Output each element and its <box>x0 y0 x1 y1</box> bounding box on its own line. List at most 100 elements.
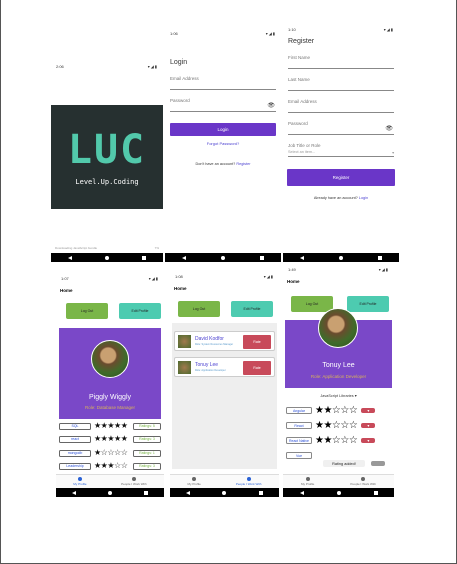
logout-button[interactable]: Log Out <box>66 303 108 319</box>
recents-icon[interactable] <box>377 255 382 260</box>
forgot-password-link[interactable]: Forgot Password? <box>165 141 281 146</box>
skill-row: Leadership ★★★☆☆ Ratings: 3 <box>59 462 161 470</box>
user-name: Tonuy Lee <box>195 362 219 368</box>
android-nav-bar <box>170 488 279 497</box>
android-nav-bar <box>51 253 163 262</box>
star-rating[interactable]: ★★☆☆☆ <box>315 405 358 416</box>
logout-button[interactable]: Log Out <box>291 296 333 312</box>
tab-people[interactable]: People I Work With <box>236 477 261 486</box>
library-row: React Native ★★☆☆☆ ▾ <box>286 435 376 446</box>
register-button[interactable]: Register <box>287 169 395 186</box>
logo-text: LUC <box>67 127 147 173</box>
rate-button[interactable]: Rate <box>243 361 271 375</box>
register-link[interactable]: Register <box>236 162 250 166</box>
star-rating[interactable]: ★★☆☆☆ <box>315 420 358 431</box>
home-icon[interactable] <box>336 490 341 495</box>
toggle-button[interactable] <box>371 461 385 466</box>
skill-row: mongodb ★☆☆☆☆ Ratings: 1 <box>59 449 161 457</box>
recents-icon[interactable] <box>144 490 148 495</box>
rating-count: Ratings: 1 <box>133 449 161 457</box>
splash-logo: LUC Level.Up.Coding <box>51 105 163 209</box>
star-rating: ★☆☆☆☆ <box>94 448 128 457</box>
chevron-down-icon: ▾ <box>392 150 394 155</box>
home-icon[interactable] <box>220 255 225 260</box>
tab-my-profile[interactable]: My Profile <box>301 477 314 486</box>
tab-my-profile[interactable]: My Profile <box>188 477 201 486</box>
bottom-tab-bar: My Profile People I Work With <box>283 474 394 488</box>
library-name: Angular <box>286 407 312 414</box>
avatar <box>91 340 129 378</box>
star-rating: ★★★☆☆ <box>94 461 128 470</box>
home-icon[interactable] <box>104 255 109 260</box>
splash-screen: 2:06 ▾◢▮ LUC Level.Up.Coding Downloading … <box>51 61 163 262</box>
section-header[interactable]: JavaScript Libraries ▾ <box>283 393 394 398</box>
job-title-field[interactable]: Job Title or Role <box>288 135 394 148</box>
logout-button[interactable]: Log Out <box>178 301 220 317</box>
tab-people[interactable]: People I Work With <box>121 477 147 486</box>
home-icon[interactable] <box>338 255 343 260</box>
eye-icon[interactable]: 👁 <box>267 102 275 109</box>
user-avatar <box>178 334 191 348</box>
android-nav-bar <box>283 253 399 262</box>
recents-icon[interactable] <box>258 490 263 495</box>
star-rating: ★★★★★ <box>94 421 128 430</box>
user-card[interactable]: Tonuy Lee Role: Application Developer Ra… <box>174 357 275 377</box>
back-icon[interactable] <box>186 490 191 495</box>
password-field[interactable]: Password 👁 <box>288 113 394 135</box>
tab-people[interactable]: People I Work With <box>350 477 376 486</box>
people-list: David Kodfor Role: System Resources Mana… <box>172 323 277 469</box>
last-name-field[interactable]: Last Name <box>288 69 394 91</box>
back-icon[interactable] <box>67 255 72 260</box>
library-name: React Native <box>286 437 312 444</box>
recents-icon[interactable] <box>142 255 147 260</box>
login-screen: 1:06 ▾◢▮ Login Email Address Password 👁 Lo… <box>165 28 281 262</box>
eye-icon[interactable]: 👁 <box>385 125 393 132</box>
home-icon[interactable] <box>108 490 112 495</box>
people-icon <box>131 477 136 481</box>
edit-profile-button[interactable]: Edit Profile <box>119 303 161 319</box>
status-bar: 1:07 ▾◢▮ <box>61 275 159 281</box>
chevron-down-icon: ▾ <box>354 394 357 398</box>
register-prompt: Don't have an account? Register <box>195 162 251 166</box>
edit-profile-button[interactable]: Edit Profile <box>347 296 389 312</box>
profile-role: Role: Application Developer <box>310 374 367 379</box>
star-rating[interactable]: ★★☆☆☆ <box>315 435 358 446</box>
login-link[interactable]: Login <box>359 196 368 200</box>
back-icon[interactable] <box>182 255 187 260</box>
splash-footer: Downloading JavaScript bundle 7% <box>55 246 159 250</box>
edit-profile-button[interactable]: Edit Profile <box>231 301 273 317</box>
role-select[interactable]: Select an item... ▾ <box>288 148 394 157</box>
star-rating: ★★★★★ <box>94 434 128 443</box>
rate-button[interactable]: Rate <box>243 335 271 349</box>
submit-rating-button[interactable]: ▾ <box>361 438 376 443</box>
rate-skills-screen: 1:49 ▾◢▮ Home Log Out Edit Profile Tonuy … <box>283 264 394 497</box>
back-icon[interactable] <box>299 490 304 495</box>
page-title: Home <box>60 288 73 293</box>
back-icon[interactable] <box>300 255 305 260</box>
skill-name: Leadership <box>59 462 91 470</box>
android-nav-bar <box>165 253 281 262</box>
tab-my-profile[interactable]: My Profile <box>73 477 87 486</box>
user-card[interactable]: David Kodfor Role: System Resources Mana… <box>174 331 275 351</box>
back-icon[interactable] <box>72 490 76 495</box>
home-icon[interactable] <box>222 490 227 495</box>
submit-rating-button[interactable]: ▾ <box>361 408 376 413</box>
profile-name: Piggly Wiggly <box>88 394 131 401</box>
profile-role: Role: Database Manager <box>84 405 136 410</box>
skill-row: react ★★★★★ Ratings: 3 <box>59 435 161 443</box>
status-bar: 1:08 ▾◢▮ <box>175 273 274 279</box>
home-profile-screen: 1:07 ▾◢▮ Home Log Out Edit Profile Piggly… <box>56 273 164 497</box>
submit-rating-button[interactable]: ▾ <box>361 423 376 428</box>
email-field[interactable]: Email Address <box>288 91 394 113</box>
person-icon <box>305 477 310 481</box>
login-button[interactable]: Login <box>170 123 276 136</box>
email-field[interactable]: Email Address <box>170 68 276 90</box>
recents-icon[interactable] <box>259 255 264 260</box>
rating-count: Ratings: 3 <box>133 435 161 443</box>
recents-icon[interactable] <box>373 490 378 495</box>
first-name-field[interactable]: First Name <box>288 47 394 69</box>
password-field[interactable]: Password 👁 <box>170 90 276 112</box>
bottom-tab-bar: My Profile People I Work With <box>56 474 164 488</box>
status-time: 2:06 <box>56 63 64 69</box>
people-screen: 1:08 ▾◢▮ Home Log Out Edit Profile David … <box>170 271 279 497</box>
